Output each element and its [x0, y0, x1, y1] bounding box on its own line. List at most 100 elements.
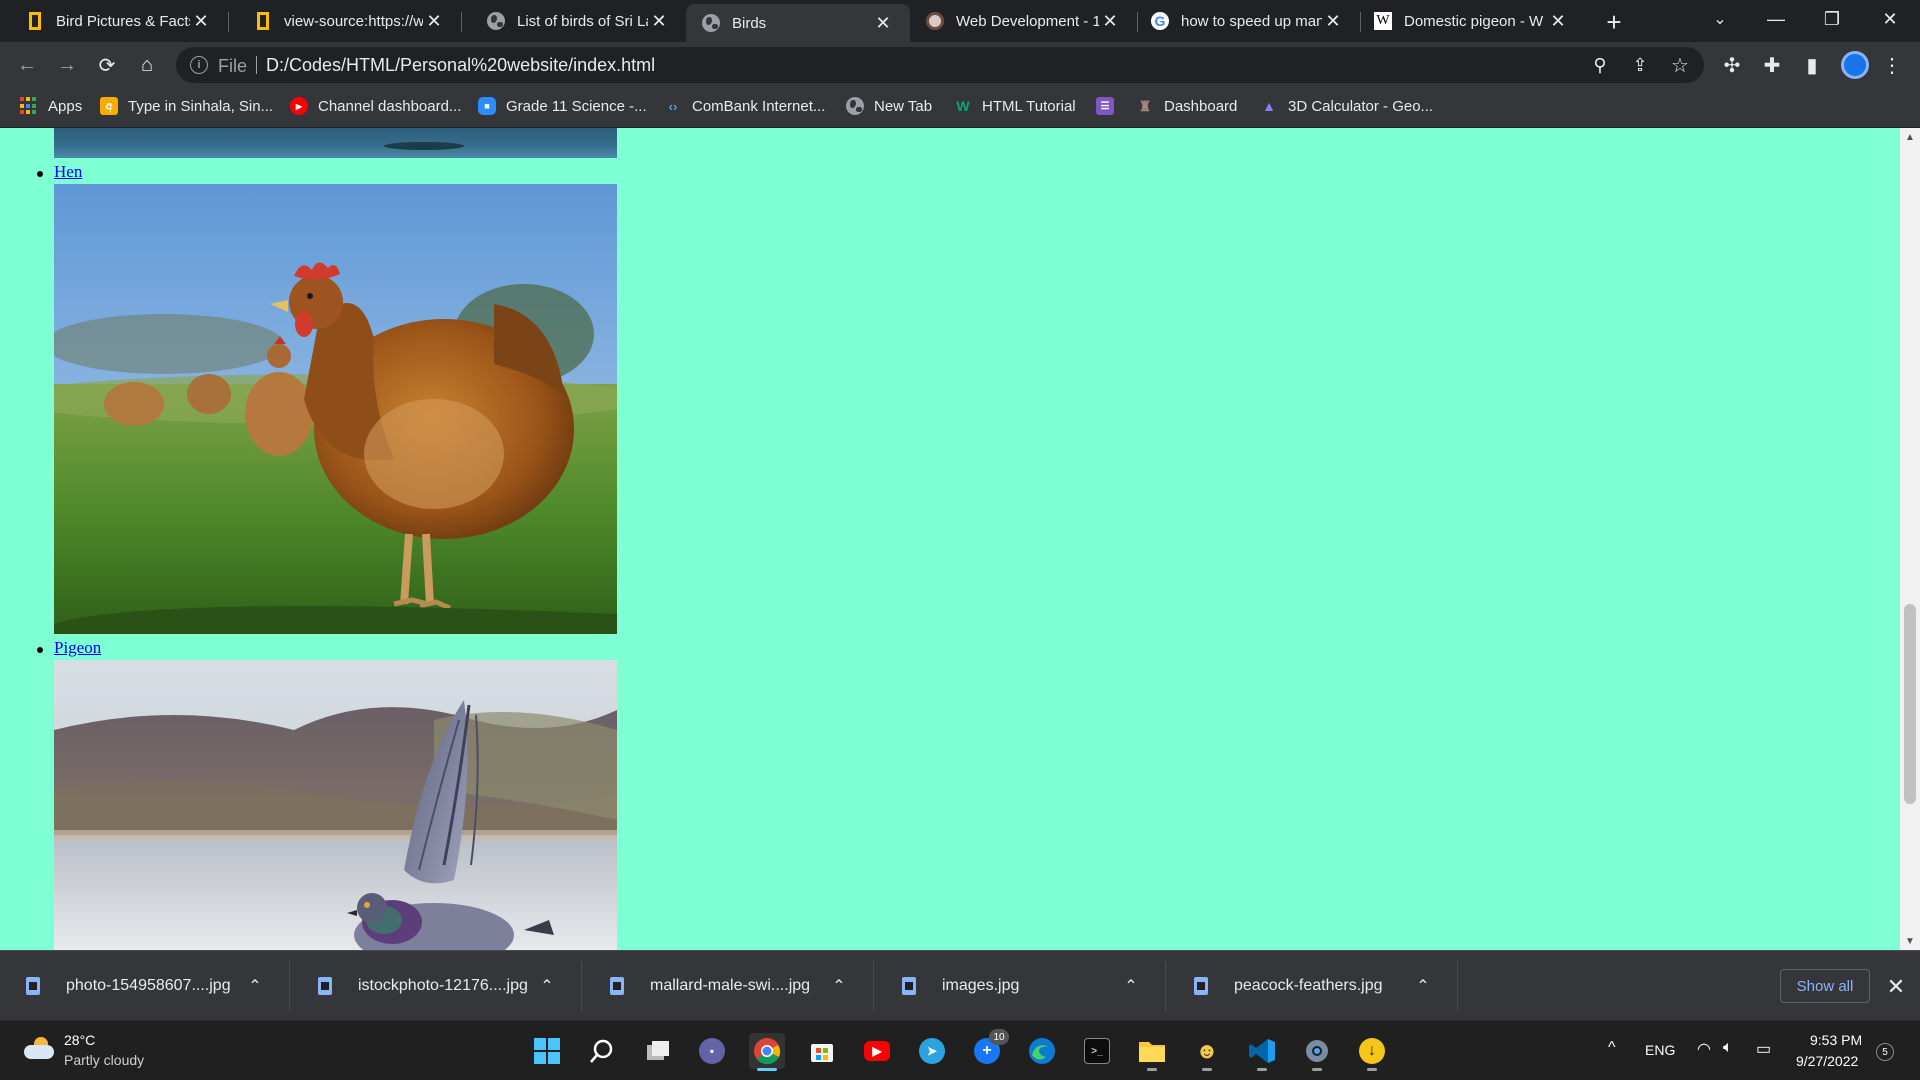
bookmark-grade-11-science[interactable]: ■ Grade 11 Science -... [478, 88, 647, 124]
minimize-button[interactable]: — [1748, 0, 1804, 38]
bookmark-apps[interactable]: Apps [20, 88, 82, 124]
tab-search-button[interactable]: ⌄ [1692, 0, 1748, 38]
windows-taskbar: 28°C Partly cloudy ▪ ▶ ➤ + 10 >_ ☻ ↓ ^ E… [0, 1020, 1920, 1080]
close-icon[interactable]: ✕ [1547, 10, 1569, 32]
file-icon [610, 977, 624, 995]
terminal-icon[interactable]: >_ [1079, 1033, 1115, 1069]
scroll-down-arrow-icon[interactable]: ▼ [1900, 932, 1920, 950]
clock-time[interactable]: 9:53 PM [1810, 1032, 1862, 1048]
address-bar[interactable]: i File D:/Codes/HTML/Personal%20website/… [176, 47, 1704, 83]
show-all-button[interactable]: Show all [1780, 969, 1870, 1003]
weather-partly-cloudy-icon[interactable] [24, 1037, 54, 1061]
tab-web-development[interactable]: Web Development - 1 ✕ [912, 0, 1137, 42]
bookmark-html-tutorial[interactable]: W HTML Tutorial [954, 88, 1075, 124]
close-icon[interactable]: ✕ [423, 10, 445, 32]
bird-link-pigeon[interactable]: Pigeon [54, 638, 101, 658]
url-text[interactable]: D:/Codes/HTML/Personal%20website/index.h… [266, 55, 655, 76]
vscode-icon[interactable] [1244, 1033, 1280, 1071]
youtube-icon[interactable]: ▶ [859, 1033, 895, 1069]
extension-icon[interactable]: ✣ [1717, 50, 1747, 80]
close-icon[interactable]: ✕ [648, 10, 670, 32]
scroll-up-arrow-icon[interactable]: ▲ [1900, 128, 1920, 146]
download-item[interactable]: images.jpg ⌃ [876, 961, 1166, 1011]
clock-date[interactable]: 9/27/2022 [1796, 1053, 1858, 1069]
language-indicator[interactable]: ENG [1645, 1042, 1675, 1058]
page-scrollbar[interactable]: ▲ ▼ [1900, 128, 1920, 950]
weather-temperature[interactable]: 28°C [64, 1032, 95, 1048]
natgeo-icon [254, 12, 272, 30]
tab-title: how to speed up man [1181, 12, 1322, 30]
bookmark-3d-calculator[interactable]: ▲ 3D Calculator - Geo... [1260, 88, 1433, 124]
chevron-up-icon[interactable]: ⌃ [245, 976, 265, 996]
download-manager-icon[interactable]: ↓ [1354, 1033, 1390, 1071]
close-icon[interactable]: ✕ [1882, 973, 1910, 1001]
tab-bird-pictures[interactable]: Bird Pictures & Facts ✕ [0, 0, 228, 42]
window-close-button[interactable]: ✕ [1862, 0, 1918, 38]
telegram-icon[interactable]: ➤ [914, 1033, 950, 1069]
tab-title: Web Development - 1 [956, 12, 1099, 30]
reload-button[interactable]: ⟳ [92, 50, 122, 80]
settings-icon[interactable] [1299, 1033, 1335, 1071]
download-item[interactable]: photo-154958607....jpg ⌃ [0, 961, 290, 1011]
zoom-icon[interactable]: ⚲ [1588, 53, 1612, 77]
tab-strip: Bird Pictures & Facts ✕ view-source:http… [0, 0, 1920, 42]
store-icon[interactable] [804, 1033, 840, 1069]
scroll-thumb[interactable] [1904, 604, 1916, 804]
start-icon[interactable] [529, 1033, 565, 1069]
task-view-icon[interactable] [640, 1033, 676, 1069]
hen-photo [54, 184, 617, 634]
weather-description[interactable]: Partly cloudy [64, 1052, 144, 1068]
globe-icon [702, 14, 720, 32]
tab-birds[interactable]: Birds ✕ [686, 4, 910, 42]
pokemon-icon[interactable]: ☻ [1189, 1033, 1225, 1071]
forward-button[interactable]: → [52, 50, 82, 80]
close-icon[interactable]: ✕ [190, 10, 212, 32]
chevron-up-icon[interactable]: ⌃ [1413, 976, 1433, 996]
bookmark-dashboard[interactable]: ♜ Dashboard [1136, 88, 1238, 124]
bookmark-type-in-sinhala[interactable]: අ Type in Sinhala, Sin... [100, 88, 273, 124]
chrome-icon[interactable] [749, 1033, 785, 1071]
menu-kebab-icon[interactable]: ⋮ [1877, 50, 1907, 80]
bookmark-new-tab[interactable]: New Tab [846, 88, 932, 124]
messenger-icon[interactable]: + 10 [969, 1029, 1009, 1069]
close-icon[interactable]: ✕ [872, 12, 894, 34]
notification-count-badge[interactable]: 5 [1876, 1043, 1894, 1061]
new-tab-button[interactable]: + [1598, 6, 1630, 38]
tab-speed-up[interactable]: G how to speed up man ✕ [1137, 0, 1360, 42]
profile-avatar[interactable] [1841, 51, 1869, 79]
file-explorer-icon[interactable] [1134, 1033, 1170, 1071]
chevron-up-icon[interactable]: ⌃ [537, 976, 557, 996]
search-icon[interactable] [584, 1033, 620, 1069]
extensions-puzzle-icon[interactable]: ✚ [1757, 50, 1787, 80]
bookmark-combank[interactable]: ‹› ComBank Internet... [664, 88, 826, 124]
back-button[interactable]: ← [12, 50, 42, 80]
close-icon[interactable]: ✕ [1322, 10, 1344, 32]
tab-domestic-pigeon[interactable]: W Domestic pigeon - W ✕ [1360, 0, 1585, 42]
bookmark-list[interactable]: ☰ [1096, 88, 1124, 124]
download-item[interactable]: peacock-feathers.jpg ⌃ [1168, 961, 1458, 1011]
tab-list-of-birds[interactable]: List of birds of Sri Lan ✕ [461, 0, 686, 42]
download-filename: photo-154958607....jpg [66, 977, 231, 994]
bookmark-channel-dashboard[interactable]: ▶ Channel dashboard... [290, 88, 461, 124]
share-icon[interactable]: ⇪ [1628, 53, 1652, 77]
tray-overflow-chevron-icon[interactable]: ^ [1608, 1039, 1616, 1057]
download-item[interactable]: mallard-male-swi....jpg ⌃ [584, 961, 874, 1011]
tab-view-source[interactable]: view-source:https://w ✕ [228, 0, 461, 42]
download-item[interactable]: istockphoto-12176....jpg ⌃ [292, 961, 582, 1011]
chevron-up-icon[interactable]: ⌃ [1121, 976, 1141, 996]
edge-icon[interactable] [1024, 1033, 1060, 1069]
site-info-icon[interactable]: i [190, 56, 208, 74]
bird-link-hen[interactable]: Hen [54, 162, 82, 182]
battery-icon[interactable]: ▭ [1756, 1039, 1771, 1059]
restore-button[interactable]: ❐ [1804, 0, 1860, 38]
home-button[interactable]: ⌂ [132, 50, 162, 80]
volume-icon[interactable]: 🔈︎ [1723, 1039, 1733, 1057]
wifi-icon[interactable]: ◠ [1697, 1039, 1711, 1059]
close-icon[interactable]: ✕ [1099, 10, 1121, 32]
google-icon: G [1151, 12, 1169, 30]
bookmark-star-icon[interactable]: ☆ [1668, 53, 1692, 77]
side-panel-icon[interactable]: ▮ [1797, 50, 1827, 80]
bookmark-label: New Tab [874, 97, 933, 115]
teams-chat-icon[interactable]: ▪ [694, 1033, 730, 1069]
chevron-up-icon[interactable]: ⌃ [829, 976, 849, 996]
